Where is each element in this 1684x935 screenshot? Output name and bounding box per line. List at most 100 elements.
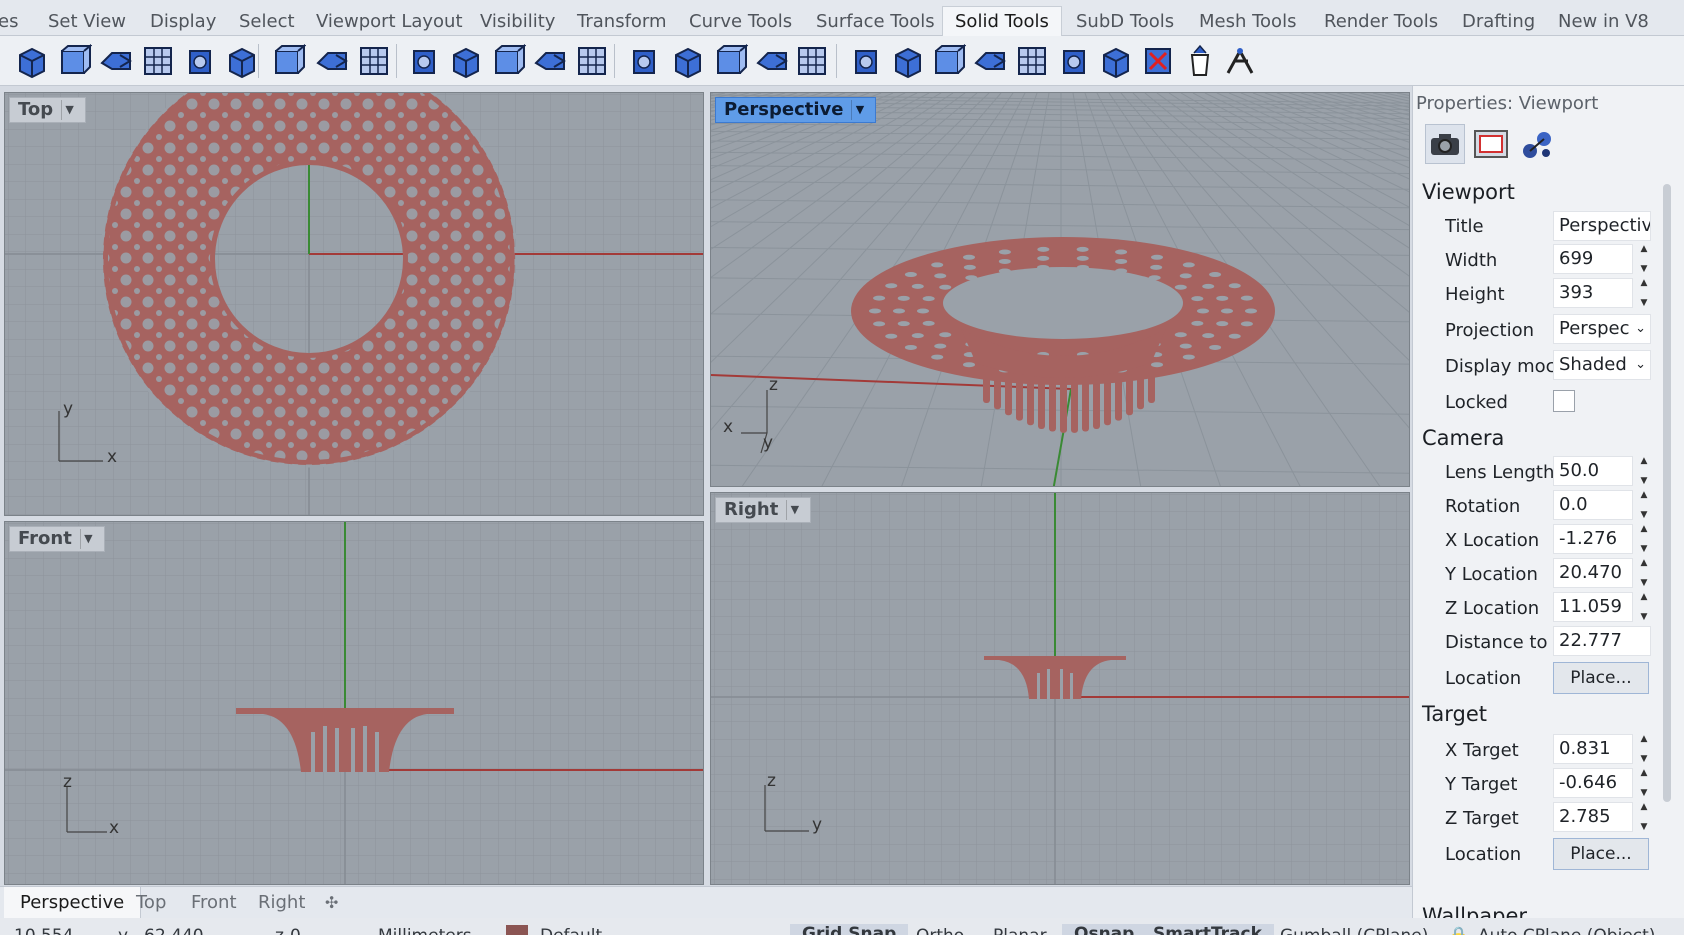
cap-icon[interactable]	[314, 43, 350, 79]
smarttrack-toggle[interactable]: SmartTrack	[1141, 924, 1274, 935]
viewport-top[interactable]: Top ▼ y x	[4, 92, 704, 516]
y-target-field[interactable]: -0.646	[1553, 768, 1633, 798]
current-layer[interactable]: Default	[540, 926, 602, 935]
viewport-perspective[interactable]: Perspective ▼ z x y	[710, 92, 1410, 487]
boolean-split-icon[interactable]	[532, 43, 568, 79]
move-face-icon[interactable]	[626, 43, 662, 79]
box-icon[interactable]	[14, 43, 50, 79]
width-spinner-icon[interactable]: ▲ ▼	[1637, 244, 1651, 274]
x-target-field[interactable]: 0.831	[1553, 734, 1633, 764]
display-mode-select[interactable]: Shaded ⌄	[1553, 350, 1651, 380]
boolean-union-icon[interactable]	[448, 43, 484, 79]
viewport-label-perspective[interactable]: Perspective ▼	[715, 97, 877, 123]
rotation-spinner-icon[interactable]: ▲ ▼	[1637, 490, 1651, 520]
viewport-label-top[interactable]: Top ▼	[9, 97, 87, 123]
tab-properties-partial[interactable]: es	[0, 8, 18, 36]
z-location-field[interactable]: 11.059	[1553, 592, 1633, 622]
tab-subd-tools[interactable]: SubD Tools	[1076, 8, 1174, 36]
render-spheres-icon[interactable]	[1517, 124, 1557, 164]
wire-cut-icon[interactable]	[754, 43, 790, 79]
move-hole-icon[interactable]	[972, 43, 1008, 79]
target-place-button[interactable]: Place...	[1553, 838, 1649, 870]
fillet-edge-icon[interactable]	[406, 43, 442, 79]
array-hole-icon[interactable]	[890, 43, 926, 79]
auto-cplane-toggle[interactable]: Auto CPlane (Object)	[1478, 926, 1655, 935]
tab-new-in-v8[interactable]: New in V8	[1558, 8, 1649, 36]
tab-select[interactable]: Select	[239, 8, 295, 36]
viewport-right[interactable]: Right ▼ z y	[710, 492, 1410, 885]
title-field[interactable]: Perspective	[1553, 211, 1651, 241]
delete-hole-icon[interactable]	[1140, 43, 1176, 79]
planar-toggle[interactable]: Planar	[993, 926, 1047, 935]
viewport-frame-icon[interactable]	[1471, 124, 1511, 164]
chevron-down-icon[interactable]: ▼	[786, 500, 802, 520]
layers-stack-icon[interactable]	[140, 43, 176, 79]
lock-icon[interactable]: 🔒	[1448, 926, 1469, 935]
y-location-field[interactable]: 20.470	[1553, 558, 1633, 588]
gears-icon[interactable]	[224, 43, 260, 79]
cylinder-icon[interactable]	[98, 43, 134, 79]
locked-checkbox[interactable]	[1553, 390, 1575, 412]
lens-spinner-icon[interactable]: ▲ ▼	[1637, 456, 1651, 486]
viewport-label-front[interactable]: Front ▼	[9, 526, 105, 552]
shell-icon[interactable]	[356, 43, 392, 79]
chevron-down-icon[interactable]: ▼	[79, 529, 96, 549]
text-object-icon[interactable]	[1014, 43, 1050, 79]
round-hole-icon[interactable]	[848, 43, 884, 79]
lattice-icon[interactable]	[1098, 43, 1134, 79]
camera-place-button[interactable]: Place...	[1553, 662, 1649, 694]
rotation-field[interactable]: 0.0	[1553, 490, 1633, 520]
tab-solid-tools[interactable]: Solid Tools	[942, 6, 1062, 37]
z-target-spinner-icon[interactable]: ▲ ▼	[1637, 802, 1651, 832]
tab-transform[interactable]: Transform	[577, 8, 667, 36]
viewport-tab-front[interactable]: Front	[191, 887, 237, 919]
ortho-toggle[interactable]: Ortho	[916, 926, 964, 935]
chevron-down-icon[interactable]: ▼	[851, 100, 867, 120]
chevron-down-icon[interactable]: ▼	[61, 100, 77, 120]
properties-scrollbar[interactable]	[1663, 184, 1671, 802]
rotate-hole-icon[interactable]	[930, 43, 967, 79]
viewport-label-right[interactable]: Right ▼	[715, 497, 812, 523]
boolean-intersect-icon[interactable]	[574, 43, 610, 79]
tab-render-tools[interactable]: Render Tools	[1324, 8, 1438, 36]
lens-length-field[interactable]: 50.0	[1553, 456, 1633, 486]
distance-to-target-field[interactable]: 22.777	[1553, 626, 1651, 656]
height-field[interactable]: 393	[1553, 278, 1633, 308]
osnap-toggle[interactable]: Osnap	[1062, 924, 1147, 935]
pattern-icon[interactable]	[1056, 43, 1092, 79]
viewport-tab-right[interactable]: Right	[258, 887, 305, 919]
slab-icon[interactable]	[712, 43, 749, 79]
grid-box-icon[interactable]	[794, 43, 830, 79]
tab-visibility[interactable]: Visibility	[480, 8, 555, 36]
y-target-spinner-icon[interactable]: ▲ ▼	[1637, 768, 1651, 798]
z-location-spinner-icon[interactable]: ▲ ▼	[1637, 592, 1651, 622]
tab-display[interactable]: Display	[150, 8, 216, 36]
viewport-tab-top[interactable]: Top	[136, 887, 166, 919]
height-spinner-icon[interactable]: ▲ ▼	[1637, 278, 1651, 308]
grid-snap-toggle[interactable]: Grid Snap	[790, 924, 909, 935]
x-target-spinner-icon[interactable]: ▲ ▼	[1637, 734, 1651, 764]
x-location-field[interactable]: -1.276	[1553, 524, 1633, 554]
y-location-spinner-icon[interactable]: ▲ ▼	[1637, 558, 1651, 588]
solid-points-icon[interactable]	[1222, 43, 1258, 79]
tab-curve-tools[interactable]: Curve Tools	[689, 8, 792, 36]
tab-drafting[interactable]: Drafting	[1462, 8, 1535, 36]
boolean-difference-icon[interactable]	[490, 43, 527, 79]
units[interactable]: Millimeters	[378, 926, 472, 935]
solid-cube-icon[interactable]	[182, 43, 218, 79]
camera-icon[interactable]	[1425, 124, 1465, 164]
projection-select[interactable]: Perspec ⌄	[1553, 314, 1651, 344]
z-target-field[interactable]: 2.785	[1553, 802, 1633, 832]
tab-surface-tools[interactable]: Surface Tools	[816, 8, 935, 36]
x-location-spinner-icon[interactable]: ▲ ▼	[1637, 524, 1651, 554]
bucket-icon[interactable]	[1182, 43, 1218, 79]
viewport-front[interactable]: Front ▼ z x	[4, 521, 704, 885]
gumball-toggle[interactable]: Gumball (CPlane)	[1280, 926, 1428, 935]
tab-mesh-tools[interactable]: Mesh Tools	[1199, 8, 1296, 36]
extrude-box-icon[interactable]	[270, 43, 307, 79]
add-viewport-icon[interactable]: ✣	[325, 887, 338, 919]
sphere-icon[interactable]	[56, 43, 93, 79]
tab-viewport-layout[interactable]: Viewport Layout	[316, 8, 463, 36]
viewport-tab-perspective[interactable]: Perspective	[4, 887, 142, 919]
tab-set-view[interactable]: Set View	[48, 8, 126, 36]
